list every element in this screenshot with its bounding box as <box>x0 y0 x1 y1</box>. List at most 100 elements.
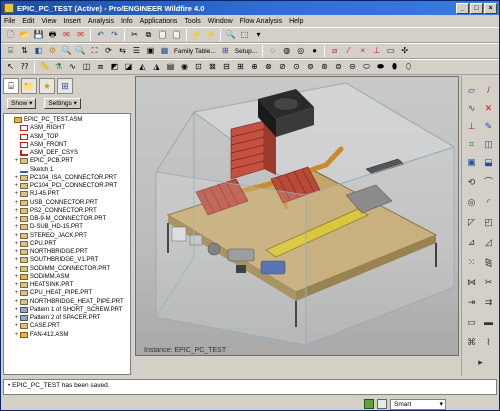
expand-icon[interactable]: + <box>13 281 20 289</box>
save-icon[interactable]: 💾 <box>32 29 45 42</box>
feature-analysis-icon[interactable]: ⊕ <box>248 61 261 74</box>
tree-icon[interactable]: ⌸ <box>4 45 17 58</box>
select-arrow-icon[interactable]: ↖ <box>4 61 17 74</box>
menu-info[interactable]: Info <box>121 18 133 25</box>
tree-item[interactable]: + FAN-412.ASM <box>7 331 130 339</box>
tree-item[interactable]: ASM_TOP <box>7 133 130 141</box>
expand-icon[interactable]: + <box>13 322 20 330</box>
selection-filter-dropdown[interactable]: Smart <box>390 398 446 410</box>
favorites-tab-icon[interactable]: ★ <box>39 78 55 94</box>
expand-icon[interactable]: + <box>13 190 20 198</box>
show-dropdown[interactable]: Show ▾ <box>7 97 37 109</box>
tree-item[interactable]: + NORTHBRIDGE.PRT <box>7 248 130 256</box>
tree-item[interactable]: + NORTHBRIDGE_HEAT_PIPE.PRT <box>7 298 130 306</box>
tree-item[interactable]: + SODIMM_CONNECTOR.PRT <box>7 265 130 273</box>
hole-icon[interactable]: ◎ <box>465 196 478 209</box>
maximize-button[interactable]: □ <box>470 2 483 14</box>
component-icon[interactable]: ⚙ <box>46 45 59 58</box>
tree-item[interactable]: + CASE.PRT <box>7 322 130 330</box>
setup-button[interactable]: Setup... <box>233 48 259 55</box>
paste-special-icon[interactable]: 📋 <box>170 29 183 42</box>
solidify-icon[interactable]: ▬ <box>482 316 495 329</box>
datum-point-icon[interactable]: ✕ <box>482 102 495 115</box>
expand-icon[interactable]: + <box>13 273 20 281</box>
clearance-icon[interactable]: ⊡ <box>192 61 205 74</box>
open-icon[interactable]: 📂 <box>18 29 31 42</box>
undo-icon[interactable]: ↶ <box>94 29 107 42</box>
zoom-out-icon[interactable]: 🔍 <box>74 45 87 58</box>
motion-icon[interactable]: ⊛ <box>318 61 331 74</box>
datum-plane-icon[interactable]: ▱ <box>465 84 478 97</box>
zoom-in-icon[interactable]: 🔍 <box>60 45 73 58</box>
photo-icon[interactable]: ⬯ <box>402 61 415 74</box>
analysis-feature-icon[interactable]: ⌗ <box>465 138 478 151</box>
spin-center-icon[interactable]: ✣ <box>398 45 411 58</box>
tree-item[interactable]: + CPU.PRT <box>7 240 130 248</box>
component-place-icon[interactable]: ◫ <box>482 138 495 151</box>
expand-icon[interactable]: + <box>13 256 20 264</box>
rib-icon[interactable]: ⊿ <box>465 236 478 249</box>
sketch-tool-icon[interactable]: ✎ <box>482 120 495 133</box>
paste-icon[interactable]: 📋 <box>156 29 169 42</box>
round-icon[interactable]: ◜ <box>482 196 495 209</box>
cut-icon[interactable]: ✂ <box>128 29 141 42</box>
find-icon[interactable]: 🔍 <box>224 29 237 42</box>
settings-dropdown[interactable]: Settings ▾ <box>44 97 81 109</box>
expand-icon[interactable]: + <box>13 157 20 165</box>
tree-item[interactable]: ASM_DEF_CSYS <box>7 149 130 157</box>
wireframe-icon[interactable]: ◌ <box>266 45 279 58</box>
menu-window[interactable]: Window <box>208 18 233 25</box>
create-component-icon[interactable]: ▣ <box>465 156 478 169</box>
reorient-icon[interactable]: ⟳ <box>102 45 115 58</box>
expand-icon[interactable]: + <box>13 289 20 297</box>
regen-status-icon[interactable] <box>364 399 374 409</box>
feasibility-icon[interactable]: ⊘ <box>276 61 289 74</box>
datum-axis-icon[interactable]: / <box>482 84 495 97</box>
offset-icon[interactable]: ⧈ <box>94 61 107 74</box>
select-box-icon[interactable]: ⬚ <box>238 29 251 42</box>
menu-edit[interactable]: Edit <box>22 18 34 25</box>
section-icon[interactable]: ◫ <box>80 61 93 74</box>
menu-applications[interactable]: Applications <box>140 18 178 25</box>
extrude-icon[interactable]: ⬓ <box>482 156 495 169</box>
datum-points-icon[interactable]: × <box>356 45 369 58</box>
thickness-icon[interactable]: ⊟ <box>220 61 233 74</box>
deviation-icon[interactable]: ◮ <box>150 61 163 74</box>
graphics-window[interactable]: Instance: EPIC_PC_TEST <box>135 76 459 356</box>
expand-icon[interactable]: + <box>13 199 20 207</box>
print-icon[interactable]: 🖶 <box>46 29 59 42</box>
context-help-icon[interactable]: ⁇ <box>18 61 31 74</box>
datum-planes-icon[interactable]: ⧄ <box>328 45 341 58</box>
warp-icon[interactable]: ⌇ <box>482 336 495 349</box>
chamfer-icon[interactable]: ◸ <box>465 216 478 229</box>
expand-icon[interactable]: + <box>13 248 20 256</box>
tree-item[interactable]: + PS2_CONNECTOR.PRT <box>7 207 130 215</box>
hidden-line-icon[interactable]: ◍ <box>280 45 293 58</box>
email-icon[interactable]: ✉ <box>60 29 73 42</box>
tree-item[interactable]: + Pattern 1 of SHORT_SCREW.PRT <box>7 306 130 314</box>
merge-icon[interactable]: ⋈ <box>465 276 478 289</box>
new-icon[interactable]: 🗋 <box>4 29 17 42</box>
close-button[interactable]: × <box>484 2 497 14</box>
tree-item[interactable]: + CPU_HEAT_PIPE.PRT <box>7 289 130 297</box>
menu-flow-analysis[interactable]: Flow Analysis <box>240 18 282 25</box>
tree-item[interactable]: + PC104_ISA_CONNECTOR.PRT <box>7 174 130 182</box>
draft-icon[interactable]: ◩ <box>108 61 121 74</box>
mass-prop-icon[interactable]: ◉ <box>178 61 191 74</box>
interference-icon[interactable]: ⊠ <box>206 61 219 74</box>
pattern-icon[interactable]: ⁙ <box>465 256 478 269</box>
menu-analysis[interactable]: Analysis <box>88 18 114 25</box>
connections-tab-icon[interactable]: ⊞ <box>57 78 73 94</box>
tree-item[interactable]: ASM_RIGHT <box>7 124 130 132</box>
flow-icon[interactable]: ⊝ <box>346 61 359 74</box>
analysis-icon[interactable]: ⚗ <box>52 61 65 74</box>
tree-item[interactable]: + EPIC_PCB.PRT <box>7 157 130 165</box>
family-table-icon[interactable]: ▦ <box>158 45 171 58</box>
csys-icon[interactable]: ⊥ <box>370 45 383 58</box>
tree-item[interactable]: + RJ-45.PRT <box>7 190 130 198</box>
sweep-icon[interactable]: ⌒ <box>482 176 495 189</box>
offset-feature-icon[interactable]: ⇉ <box>482 296 495 309</box>
expand-icon[interactable]: + <box>13 331 20 339</box>
tree-item[interactable]: + DB-9-M_CONNECTOR.PRT <box>7 215 130 223</box>
menu-insert[interactable]: Insert <box>63 18 81 25</box>
